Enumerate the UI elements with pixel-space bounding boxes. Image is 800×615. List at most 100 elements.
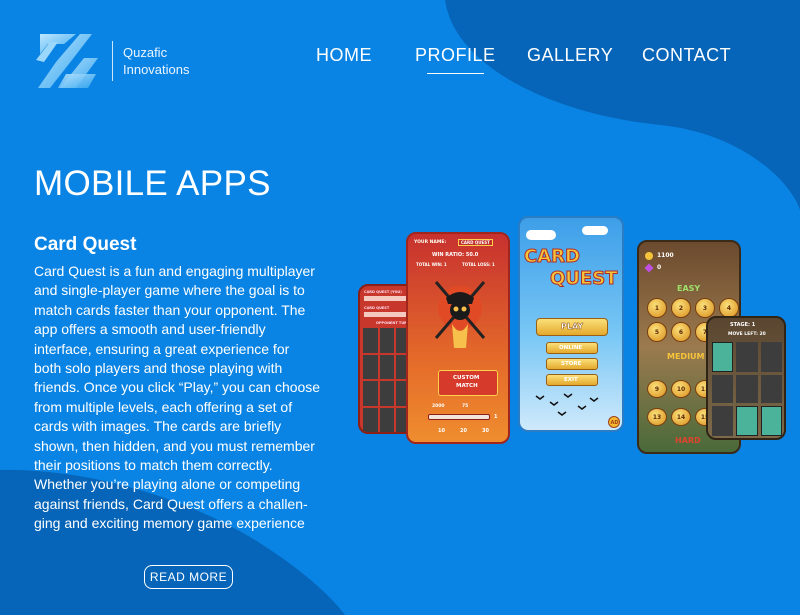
card-back	[379, 354, 394, 379]
your-name-value: CARD QUEST	[458, 239, 493, 246]
level-number: 6	[678, 328, 684, 336]
ad-badge-label: AD	[610, 419, 619, 426]
gem-count: 75	[462, 404, 469, 409]
game-card-back[interactable]	[760, 375, 782, 403]
app-title: Card Quest	[34, 234, 137, 255]
level-number: 1	[654, 304, 660, 312]
app-description-line: match cards faster than your opponent. T…	[34, 301, 306, 318]
slider-track[interactable]	[428, 414, 490, 420]
screenshot-main-menu: CARD QUEST PLAY ONLINE STORE EXIT AD	[518, 216, 624, 432]
slider-tick: 20	[460, 428, 467, 434]
card-back	[363, 407, 378, 432]
slider-counter: 1	[494, 414, 498, 420]
level-number: 14	[676, 413, 686, 421]
logo-title-line2: QUEST	[549, 268, 618, 290]
level-button[interactable]: 6	[671, 322, 691, 342]
game-card-back[interactable]	[760, 342, 782, 372]
app-description-line: against friends, Card Quest offers a cha…	[34, 495, 308, 512]
card-back	[363, 381, 378, 406]
play-label: PLAY	[561, 322, 584, 331]
brand-name-line1: Quzafic	[123, 45, 168, 60]
game-card-grid	[712, 342, 782, 436]
screenshot-game-board: STAGE: 1 MOVE LEFT: 20	[706, 316, 786, 440]
exit-label: EXIT	[564, 377, 578, 383]
level-number: 10	[676, 385, 686, 393]
level-number: 9	[654, 385, 660, 393]
slider-tick: 10	[438, 428, 445, 434]
logo-divider	[112, 41, 113, 81]
level-number: 13	[652, 413, 662, 421]
game-card-back[interactable]	[736, 342, 758, 372]
game-card-revealed[interactable]	[712, 342, 734, 372]
gem-icon	[644, 263, 654, 273]
level-button[interactable]: 14	[671, 408, 691, 426]
play-button[interactable]: PLAY	[536, 318, 608, 336]
store-button[interactable]: STORE	[546, 358, 598, 370]
match-row-label: CARD QUEST	[364, 306, 390, 310]
win-ratio: WIN RATIO: 50.0	[432, 252, 479, 258]
nav-home-link[interactable]: HOME	[316, 45, 372, 66]
app-description-line: Whether you’re playing alone or competin…	[34, 476, 301, 493]
app-description-line: ging and exciting memory game experience	[34, 515, 305, 532]
brand-name-line2: Innovations	[123, 62, 190, 77]
online-button[interactable]: ONLINE	[546, 342, 598, 354]
card-back	[363, 328, 378, 353]
level-number: 3	[702, 304, 708, 312]
logo-title-line1: CARD	[524, 246, 581, 268]
match-row-label: CARD QUEST (YOU)	[364, 290, 402, 294]
app-description-line: their positions to match them correctly.	[34, 457, 273, 474]
app-description-line: app offers a smooth and user-friendly	[34, 321, 266, 338]
app-description-line: cards with images. The cards are briefly	[34, 418, 282, 435]
level-number: 2	[678, 304, 684, 312]
birds-icon	[535, 393, 599, 416]
exit-button[interactable]: EXIT	[546, 374, 598, 386]
total-loss: TOTAL LOSS: 1	[462, 262, 495, 267]
nav-gallery-link[interactable]: GALLERY	[527, 45, 613, 66]
app-screenshots: CARD QUEST (YOU) 0/8 CARD QUEST 00:14 0/…	[352, 210, 792, 470]
level-button[interactable]: 5	[647, 322, 667, 342]
ad-badge[interactable]: AD	[608, 416, 620, 428]
app-description-line: shown, then hidden, and you must remembe…	[34, 437, 315, 454]
custom-match-label: MATCH	[456, 383, 478, 389]
game-card-back[interactable]	[712, 406, 734, 436]
level-button[interactable]: 10	[671, 380, 691, 398]
gem-count: 0	[657, 264, 662, 271]
game-card-revealed[interactable]	[760, 406, 782, 436]
nav-profile-link[interactable]: PROFILE	[415, 45, 496, 74]
cloud-icon	[526, 230, 556, 240]
level-number: 5	[654, 328, 660, 336]
game-card-revealed[interactable]	[736, 406, 758, 436]
opponent-turn-label: OPPONENT TURN	[376, 321, 410, 325]
card-back	[363, 354, 378, 379]
game-card-back[interactable]	[736, 375, 758, 403]
online-label: ONLINE	[559, 345, 583, 351]
level-button[interactable]: 3	[695, 298, 715, 318]
move-left-label: MOVE LEFT: 20	[728, 332, 766, 337]
app-description-line: friends. Once you click “Play,” you can …	[34, 379, 321, 396]
screenshot-profile: YOUR NAME: CARD QUEST WIN RATIO: 50.0 TO…	[406, 232, 510, 444]
app-description-line: and single-player game where the goal is…	[34, 282, 305, 299]
app-description-line: interface, ensuring a great experience f…	[34, 340, 290, 357]
level-button[interactable]: 4	[719, 298, 739, 318]
coin-count: 1100	[657, 252, 674, 259]
coin-count: 2000	[432, 404, 445, 409]
level-button[interactable]: 13	[647, 408, 667, 426]
nav-contact-link[interactable]: CONTACT	[642, 45, 731, 66]
stage-label: STAGE: 1	[730, 322, 756, 328]
game-card-back[interactable]	[712, 375, 734, 403]
page-title: MOBILE APPS	[34, 164, 271, 203]
read-more-button[interactable]: READ MORE	[144, 565, 233, 589]
brand-name: Quzafic Innovations	[123, 44, 190, 78]
level-button[interactable]: 9	[647, 380, 667, 398]
custom-match-button[interactable]: CUSTOM MATCH	[438, 370, 498, 396]
app-description-line: Card Quest is a fun and engaging multipl…	[34, 263, 315, 279]
app-description: Card Quest is a fun and engaging multipl…	[34, 262, 346, 534]
custom-match-label: CUSTOM	[453, 375, 480, 381]
level-button[interactable]: 2	[671, 298, 691, 318]
difficulty-hard-label: HARD	[675, 436, 701, 445]
level-number: 4	[726, 304, 732, 312]
brand-logo[interactable]: Quzafic Innovations	[36, 32, 190, 90]
card-back	[379, 328, 394, 353]
difficulty-medium-label: MEDIUM	[667, 352, 705, 361]
level-button[interactable]: 1	[647, 298, 667, 318]
